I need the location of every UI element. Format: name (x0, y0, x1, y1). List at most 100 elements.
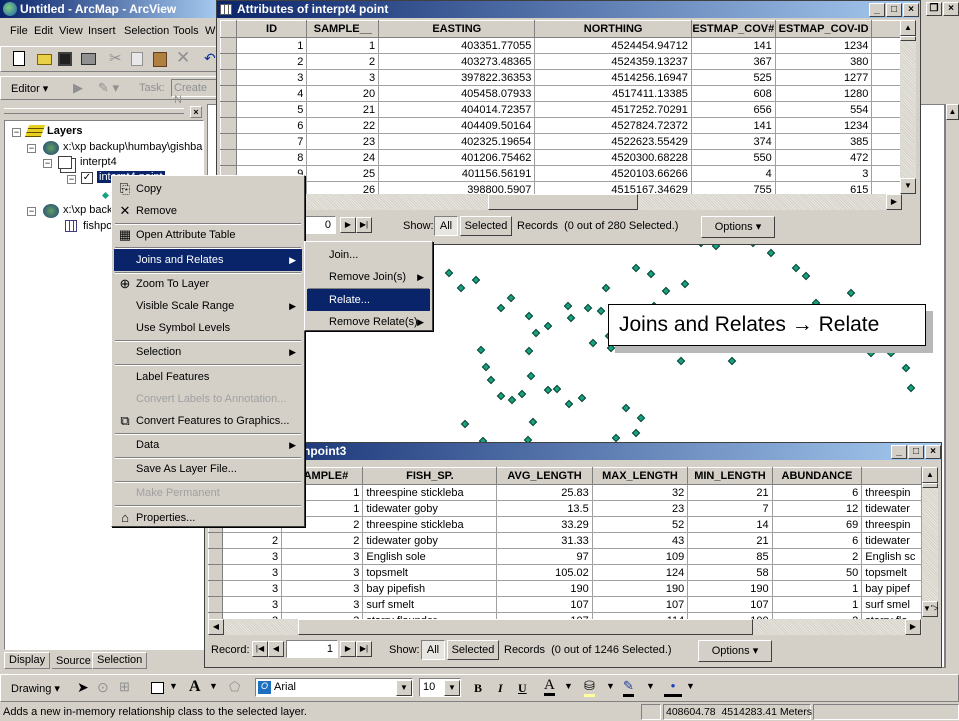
column-header[interactable]: SAMPLE__ (306, 20, 380, 38)
context-menu-item[interactable]: ⎘ Copy (114, 178, 302, 200)
context-menu-item[interactable]: Use Symbol Levels (114, 317, 302, 339)
table-cell[interactable]: 755 (690, 181, 776, 194)
table-cell[interactable]: bay pipef (861, 580, 922, 597)
table-cell[interactable]: surf smel (861, 596, 922, 613)
table-cell[interactable]: 31.33 (496, 532, 593, 549)
sketch-tool-icon[interactable]: ✎ ▾ (98, 80, 119, 96)
table-cell[interactable]: 404409.50164 (378, 117, 536, 134)
table-cell[interactable]: 656 (690, 101, 776, 118)
table-cell[interactable]: tidewater (861, 532, 922, 549)
column-header[interactable]: FISH_SP. (362, 467, 498, 485)
map-point-feature[interactable] (631, 428, 641, 438)
scroll-right-button[interactable]: ▶ (886, 194, 902, 210)
table-row[interactable]: 26 398800.5907 4515167.34629 755 615 (220, 181, 902, 194)
submenu-item[interactable]: Join... (307, 244, 430, 266)
next-record-button[interactable]: ▶ (340, 641, 356, 657)
row-selector[interactable] (220, 69, 237, 86)
table-cell[interactable]: 52 (591, 516, 689, 533)
submenu-item[interactable]: Remove Relate(s) ▶ (307, 311, 430, 333)
table-cell[interactable]: 397822.36353 (378, 69, 536, 86)
table-cell[interactable]: 25.83 (496, 484, 593, 501)
table-cell[interactable]: 190 (496, 580, 593, 597)
table-cell[interactable]: topsmelt (861, 564, 922, 581)
scroll-up-button[interactable]: ▲ (922, 467, 938, 483)
column-header[interactable] (871, 20, 902, 38)
open-icon[interactable] (37, 54, 52, 65)
table-row[interactable]: 3 3 topsmelt 105.02 124 58 50 topsmelt (208, 564, 922, 581)
map-point-feature[interactable] (901, 363, 911, 373)
fill-color-icon[interactable]: ⛁ (584, 677, 595, 697)
table-cell[interactable]: 6 (771, 484, 863, 501)
table-row[interactable]: 1 threespine stickleba 25.83 32 21 6 threespin (208, 484, 922, 501)
table-cell[interactable]: 3 (774, 165, 873, 182)
map-point-feature[interactable] (566, 313, 576, 323)
scroll-thumb[interactable] (900, 36, 916, 41)
right-vertical-scrollbar[interactable]: ▲ (945, 104, 959, 668)
fishpoint-hscroll[interactable]: ◀ ▶ (208, 619, 922, 635)
table-cell[interactable]: 404014.72357 (378, 101, 536, 118)
table-cell[interactable]: 190 (687, 580, 773, 597)
context-menu-item[interactable]: Save As Layer File... (114, 458, 302, 480)
map-point-feature[interactable] (846, 288, 856, 298)
table-row[interactable]: 3 3 English sole 97 109 85 2 English sc (208, 548, 922, 565)
table-row[interactable]: 2 2 tidewater goby 31.33 43 21 6 tidewater (208, 532, 922, 549)
scroll-thumb[interactable] (488, 194, 638, 210)
map-point-feature[interactable] (507, 395, 517, 405)
map-point-feature[interactable] (906, 383, 916, 393)
table-cell[interactable]: 107 (687, 596, 773, 613)
map-point-feature[interactable] (543, 385, 553, 395)
table-row[interactable]: 5 21 404014.72357 4517252.70291 656 554 (220, 101, 902, 118)
map-point-feature[interactable] (661, 286, 671, 296)
marker-color-icon[interactable]: • (664, 677, 682, 697)
layer-visibility-checkbox[interactable]: ✓ (81, 172, 93, 184)
table-cell[interactable]: 1277 (774, 69, 873, 86)
table-cell[interactable]: tidewater goby (362, 532, 498, 549)
table-cell[interactable]: 33.29 (496, 516, 593, 533)
table-row[interactable]: 2 threespine stickleba 33.29 52 14 69 threespi… (208, 516, 922, 533)
map-point-feature[interactable] (801, 271, 811, 281)
table-cell[interactable]: 398800.5907 (378, 181, 536, 194)
table-cell[interactable]: 401206.75462 (378, 149, 536, 166)
bold-button[interactable]: B (474, 681, 482, 696)
submenu-item[interactable]: Remove Join(s) ▶ (307, 266, 430, 288)
table-cell[interactable]: 472 (774, 149, 873, 166)
map-point-feature[interactable] (531, 328, 541, 338)
table-cell[interactable]: 109 (591, 548, 689, 565)
context-menu-item[interactable]: Data ▶ (114, 434, 302, 456)
map-point-feature[interactable] (577, 393, 587, 403)
collapse-icon[interactable]: − (27, 144, 36, 153)
table-row[interactable]: 3 3 bay pipefish 190 190 190 1 bay pipef (208, 580, 922, 597)
table-cell[interactable]: 20 (306, 85, 380, 102)
map-point-feature[interactable] (460, 419, 470, 429)
table-cell[interactable]: 385 (774, 133, 873, 150)
underline-button[interactable]: U (518, 681, 527, 696)
options-button[interactable]: Options ▾ (698, 640, 772, 662)
maximize-button[interactable]: □ (886, 3, 902, 17)
toc-grip[interactable] (4, 108, 184, 114)
table-cell[interactable]: English sc (861, 548, 922, 565)
table-cell[interactable]: 3 (281, 580, 364, 597)
table-cell[interactable]: 4515167.34629 (534, 181, 692, 194)
table-cell[interactable]: 43 (591, 532, 689, 549)
map-point-feature[interactable] (676, 356, 686, 366)
table-cell[interactable]: 402325.19654 (378, 133, 536, 150)
font-size-select[interactable]: 10 ▼ (419, 678, 461, 697)
table-cell[interactable]: threespin (861, 484, 922, 501)
collapse-icon[interactable]: − (12, 128, 21, 137)
toc-close-button[interactable]: × (190, 106, 202, 118)
map-point-feature[interactable] (636, 413, 646, 423)
table-cell[interactable]: 367 (690, 53, 776, 70)
fishpoint-vscroll[interactable]: ▲ ▼"> (922, 467, 938, 617)
print-icon[interactable] (81, 53, 96, 65)
zoom-whole-page-icon[interactable]: ⊞ (119, 679, 130, 695)
table-cell[interactable]: 50 (771, 564, 863, 581)
column-header[interactable] (861, 467, 922, 485)
tab-selection[interactable]: Selection (92, 652, 148, 669)
row-selector[interactable] (208, 548, 224, 565)
table-cell[interactable]: 2 (235, 53, 308, 70)
table-cell[interactable]: 3 (222, 580, 283, 597)
table-cell[interactable]: 4514256.16947 (534, 69, 692, 86)
table-cell[interactable]: 141 (690, 117, 776, 134)
table-cell[interactable]: English sole (362, 548, 498, 565)
toc-workspace-2[interactable]: x:\xp back (63, 204, 113, 216)
